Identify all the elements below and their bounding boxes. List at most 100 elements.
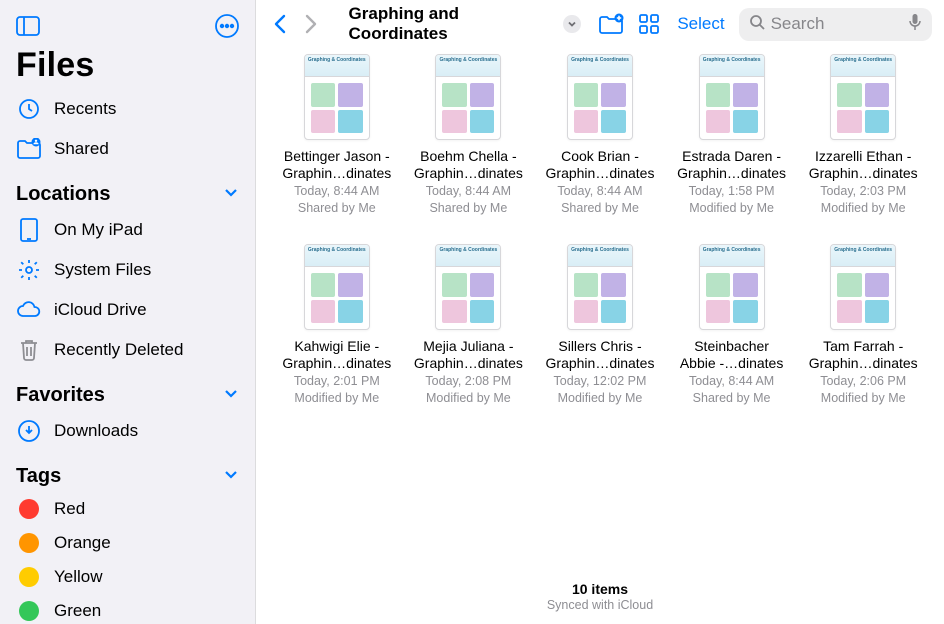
cloud-icon [16,297,42,323]
file-thumbnail: Graphing & Coordinates [699,244,765,330]
back-button[interactable] [268,10,291,38]
file-item[interactable]: Graphing & CoordinatesSillers Chris -Gra… [539,244,661,406]
folder-title-button[interactable]: Graphing and Coordinates [349,4,581,44]
chevron-down-icon [563,15,581,33]
file-status: Shared by Me [693,390,771,406]
file-item[interactable]: Graphing & Coordinates Boehm Chella -Grap… [408,54,530,216]
file-name: Tam Farrah -Graphin…dinates [809,338,918,372]
file-grid: Graphing & CoordinatesBettinger Jason -G… [276,54,924,406]
file-name: Kahwigi Elie -Graphin…dinates [282,338,391,372]
file-status: Shared by Me [429,200,507,216]
file-thumbnail: Graphing & Coordinates [435,54,501,140]
sidebar-item-recents[interactable]: Recents [0,89,255,129]
sidebar-item-label: On My iPad [54,220,143,240]
sidebar-item-on-my-ipad[interactable]: On My iPad [0,210,255,250]
select-button[interactable]: Select [671,14,730,34]
sidebar-tag-item[interactable]: Yellow [0,560,255,594]
section-label: Favorites [16,384,105,407]
sidebar-item-icloud-drive[interactable]: iCloud Drive [0,290,255,330]
file-time: Today, 2:01 PM [294,373,380,389]
file-name: Izzarelli Ethan -Graphin…dinates [809,148,918,182]
sidebar-item-label: Green [54,601,101,621]
file-status: Modified by Me [558,390,643,406]
tag-dot-icon [19,601,39,621]
section-header-tags[interactable]: Tags [0,451,255,492]
chevron-down-icon [223,385,239,406]
more-options-button[interactable] [213,12,241,40]
tag-dot-icon [19,567,39,587]
mic-icon[interactable] [908,13,922,36]
sidebar-item-label: Recents [54,99,116,119]
file-item[interactable]: Graphing & Coordinates Izzarelli Ethan -G… [802,54,924,216]
file-name: Boehm Chella -Graphin…dinates [414,148,523,182]
sidebar-item-shared[interactable]: Shared [0,129,255,169]
file-status: Modified by Me [426,390,511,406]
file-time: Today, 8:44 AM [557,183,642,199]
section-label: Locations [16,183,110,206]
file-thumbnail: Graphing & Coordinates [830,54,896,140]
sidebar-quick-list: Recents Shared [0,89,255,169]
file-name: Cook Brian -Graphin…dinates [546,148,655,182]
sidebar-item-label: Red [54,499,85,519]
search-field[interactable] [739,8,932,41]
view-options-button[interactable] [634,9,663,39]
sidebar-title: Files [0,46,255,89]
sidebar-item-downloads[interactable]: Downloads [0,411,255,451]
section-header-favorites[interactable]: Favorites [0,370,255,411]
file-item[interactable]: Graphing & Coordinates Cook Brian -Graphi… [539,54,661,216]
sidebar-item-label: Orange [54,533,111,553]
search-icon [749,14,765,35]
file-status: Shared by Me [561,200,639,216]
file-time: Today, 12:02 PM [554,373,647,389]
status-secondary: Synced with iCloud [256,598,944,612]
main-content: Graphing and Coordinates Select [256,0,944,624]
tag-dot-icon [19,533,39,553]
gear-icon [16,257,42,283]
sidebar-tag-item[interactable]: Green [0,594,255,624]
ipad-icon [16,217,42,243]
forward-button[interactable] [299,10,322,38]
file-time: Today, 8:44 AM [426,183,511,199]
sidebar-item-system-files[interactable]: System Files [0,250,255,290]
file-name: Mejia Juliana -Graphin…dinates [414,338,523,372]
file-name: Estrada Daren -Graphin…dinates [677,148,786,182]
file-status: Modified by Me [689,200,774,216]
trash-icon [16,337,42,363]
sidebar-tag-item[interactable]: Orange [0,526,255,560]
file-time: Today, 2:03 PM [820,183,906,199]
toolbar: Graphing and Coordinates Select [256,0,944,48]
file-item[interactable]: Graphing & CoordinatesKahwigi Elie -Grap… [276,244,398,406]
file-item[interactable]: Graphing & Coordinates SteinbacherAbbie -… [671,244,793,406]
chevron-down-icon [223,184,239,205]
file-status: Modified by Me [821,200,906,216]
file-grid-area[interactable]: Graphing & CoordinatesBettinger Jason -G… [256,48,944,575]
section-header-locations[interactable]: Locations [0,169,255,210]
sidebar-tag-item[interactable]: Red [0,492,255,526]
file-thumbnail: Graphing & Coordinates [830,244,896,330]
status-bar: 10 items Synced with iCloud [256,575,944,624]
sidebar-item-label: iCloud Drive [54,300,147,320]
file-name: SteinbacherAbbie -…dinates [680,338,784,372]
sidebar-item-recently-deleted[interactable]: Recently Deleted [0,330,255,370]
tags-list: RedOrangeYellowGreenBlue [0,492,255,624]
file-item[interactable]: Graphing & Coordinates Tam Farrah -Graphi… [802,244,924,406]
file-item[interactable]: Graphing & Coordinates Estrada Daren -Gra… [671,54,793,216]
file-thumbnail: Graphing & Coordinates [699,54,765,140]
search-input[interactable] [771,14,902,34]
new-folder-button[interactable] [597,9,626,39]
file-item[interactable]: Graphing & CoordinatesBettinger Jason -G… [276,54,398,216]
status-primary: 10 items [256,581,944,597]
file-thumbnail: Graphing & Coordinates [435,244,501,330]
sidebar-item-label: Recently Deleted [54,340,183,360]
clock-icon [16,96,42,122]
download-icon [16,418,42,444]
file-item[interactable]: Graphing & Coordinates Mejia Juliana -Gra… [408,244,530,406]
section-label: Tags [16,465,61,488]
file-time: Today, 2:06 PM [820,373,906,389]
file-status: Modified by Me [294,390,379,406]
file-status: Shared by Me [298,200,376,216]
file-time: Today, 1:58 PM [689,183,775,199]
toggle-sidebar-button[interactable] [14,12,42,40]
file-thumbnail: Graphing & Coordinates [567,54,633,140]
favorites-list: Downloads [0,411,255,451]
